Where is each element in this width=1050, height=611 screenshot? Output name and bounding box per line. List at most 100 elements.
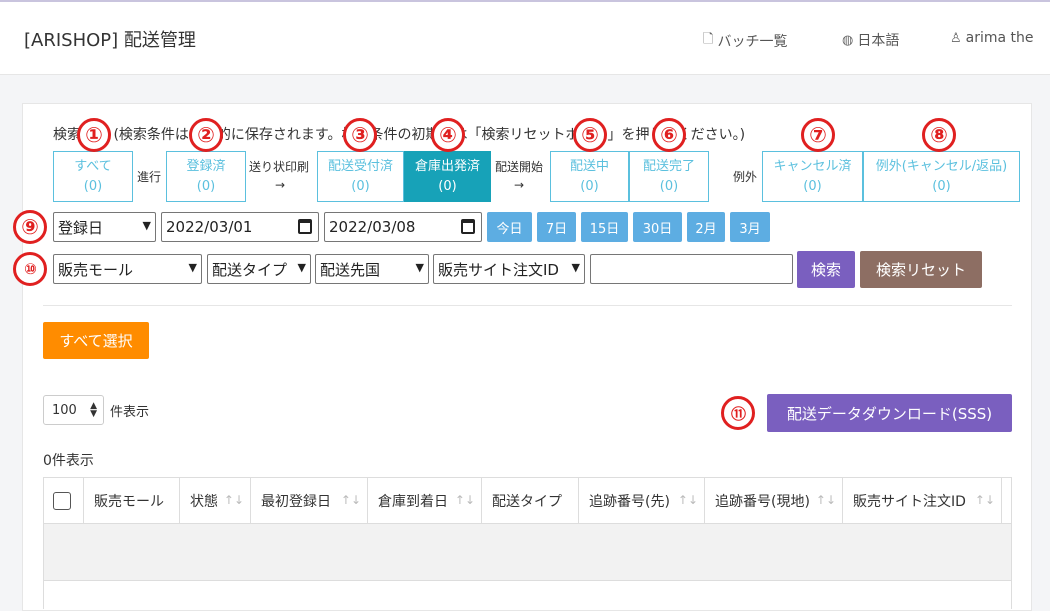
globe-icon: ◍ — [842, 32, 854, 48]
page-size-suffix: 件表示 — [110, 405, 150, 420]
spinner-arrows-icon[interactable]: ▲ ▼ — [90, 402, 97, 419]
nav-language-label: 日本語 — [857, 33, 900, 49]
delivery-type-select[interactable]: 配送タイプ ▼ — [207, 254, 311, 284]
annotation-10: ⑩ — [13, 252, 47, 286]
column-status[interactable]: 状態 ↑↓ — [180, 478, 251, 524]
status-cancelled-count: (0) — [803, 178, 822, 194]
status-warehouse-departed-count: (0) — [438, 178, 457, 194]
status-registered[interactable]: 登録済 (0) — [166, 151, 246, 202]
column-tracking-origin-label: 追跡番号(先) — [589, 494, 670, 510]
sort-icon: ↑↓ — [815, 493, 836, 507]
status-all[interactable]: すべて (0) — [53, 151, 133, 202]
order-id-field-select[interactable]: 販売サイト注文ID ▼ — [433, 254, 585, 284]
annotation-5: ⑤ — [573, 118, 607, 152]
column-warehouse-arrival[interactable]: 倉庫到着日 ↑↓ — [368, 478, 482, 524]
page-size-stepper[interactable]: 100 ▲ ▼ — [43, 395, 104, 425]
quick-mar-button[interactable]: 3月 — [730, 212, 770, 242]
search-input[interactable] — [590, 254, 793, 284]
column-tracking-local-label: 追跡番号(現地) — [715, 494, 810, 510]
user-icon: ♙ — [950, 30, 962, 46]
date-to-input[interactable]: 2022/03/08 — [324, 212, 482, 242]
annotation-3: ③ — [343, 118, 377, 152]
header-checkbox[interactable] — [53, 492, 71, 510]
date-field-value: 登録日 — [58, 218, 104, 237]
annotation-9: ⑨ — [13, 210, 47, 244]
sort-icon: ↑↓ — [340, 493, 361, 507]
column-delivery-type-label: 配送タイプ — [492, 494, 562, 510]
column-first-registered[interactable]: 最初登録日 ↑↓ — [251, 478, 368, 524]
quick-feb-button[interactable]: 2月 — [687, 212, 725, 242]
nav-user[interactable]: ♙ arima the — [950, 30, 1034, 46]
result-count: 0件表示 — [43, 453, 94, 469]
page-size-value: 100 — [52, 402, 77, 418]
status-delivered-count: (0) — [659, 178, 679, 194]
app-title: [ARISHOP] 配送管理 — [24, 30, 196, 51]
status-delivered-label: 配送完了 — [642, 158, 695, 174]
column-status-label: 状態 — [190, 494, 218, 510]
status-accepted[interactable]: 配送受付済 (0) — [317, 151, 404, 202]
annotation-2: ② — [189, 118, 223, 152]
column-warehouse-arrival-label: 倉庫到着日 — [378, 494, 448, 510]
nav-user-label: arima the — [965, 30, 1034, 46]
download-button[interactable]: 配送データダウンロード(SSS) — [767, 394, 1012, 432]
search-reset-button[interactable]: 検索リセット — [860, 251, 982, 288]
status-all-count: (0) — [83, 178, 103, 194]
date-field-select[interactable]: 登録日 ▼ — [53, 212, 156, 242]
quick-15days-button[interactable]: 15日 — [581, 212, 628, 242]
quick-30days-button[interactable]: 30日 — [633, 212, 682, 242]
status-in-delivery[interactable]: 配送中 (0) — [550, 151, 629, 202]
column-order-id[interactable]: 販売サイト注文ID ↑↓ — [843, 478, 1002, 524]
calendar-icon[interactable] — [298, 219, 312, 234]
connector-progress: 進行 — [137, 170, 162, 184]
status-accepted-count: (0) — [351, 178, 370, 194]
date-from-input[interactable]: 2022/03/01 — [161, 212, 319, 242]
mall-select-value: 販売モール — [58, 260, 134, 279]
status-delivered[interactable]: 配送完了 (0) — [629, 151, 709, 202]
column-delivery-type[interactable]: 配送タイプ — [482, 478, 579, 524]
date-from-value: 2022/03/01 — [166, 218, 253, 236]
select-all-button[interactable]: すべて選択 — [43, 322, 149, 359]
status-warehouse-departed[interactable]: 倉庫出発済 (0) — [404, 151, 491, 202]
calendar-icon[interactable] — [461, 219, 475, 234]
column-first-registered-label: 最初登録日 — [261, 494, 331, 510]
chevron-down-icon: ▼ — [297, 261, 306, 274]
sort-icon: ↑↓ — [223, 493, 244, 507]
column-tracking-local[interactable]: 追跡番号(現地) ↑↓ — [705, 478, 843, 524]
chevron-down-icon: ▼ — [142, 219, 151, 232]
connector-invoice-print: 送り状印刷 — [249, 160, 310, 174]
results-table: 販売モール 状態 ↑↓ 最初登録日 ↑↓ 倉庫到着日 ↑↓ 配送タイプ 追跡番号… — [43, 477, 1012, 609]
search-button[interactable]: 検索 — [797, 251, 855, 288]
annotation-11: ⑪ — [721, 396, 755, 430]
quick-7days-button[interactable]: 7日 — [537, 212, 576, 242]
destination-select-value: 配送先国 — [320, 260, 381, 279]
status-cancelled[interactable]: キャンセル済 (0) — [762, 151, 863, 202]
chevron-down-icon: ▼ — [188, 261, 197, 274]
annotation-8: ⑧ — [922, 118, 956, 152]
status-all-label: すべて — [74, 158, 112, 174]
status-exception-label: 例外(キャンセル/返品) — [875, 158, 1008, 174]
mall-select[interactable]: 販売モール ▼ — [53, 254, 202, 284]
column-order-id-label: 販売サイト注文ID — [853, 494, 966, 510]
chevron-down-icon: ▼ — [571, 261, 580, 274]
annotation-1: ① — [77, 118, 111, 152]
sort-icon: ↑↓ — [454, 493, 475, 507]
nav-batch-list[interactable]: 🗋 バッチ一覧 — [703, 30, 787, 52]
status-registered-label: 登録済 — [186, 158, 226, 174]
order-id-field-value: 販売サイト注文ID — [438, 260, 559, 279]
column-mall[interactable]: 販売モール — [84, 478, 180, 524]
chevron-down-icon: ▼ — [415, 261, 424, 274]
delivery-type-select-value: 配送タイプ — [212, 260, 288, 279]
annotation-6: ⑥ — [652, 118, 686, 152]
status-warehouse-departed-label: 倉庫出発済 — [414, 158, 480, 174]
status-accepted-label: 配送受付済 — [327, 158, 393, 174]
connector-arrow-1: → — [275, 178, 286, 192]
nav-language[interactable]: ◍ 日本語 — [842, 30, 899, 50]
connector-arrow-2: → — [514, 178, 525, 192]
status-exception-count: (0) — [932, 178, 951, 194]
annotation-7: ⑦ — [801, 118, 835, 152]
date-to-value: 2022/03/08 — [329, 218, 416, 236]
status-exception[interactable]: 例外(キャンセル/返品) (0) — [863, 151, 1020, 202]
quick-today-button[interactable]: 今日 — [487, 212, 532, 242]
destination-select[interactable]: 配送先国 ▼ — [315, 254, 429, 284]
column-tracking-origin[interactable]: 追跡番号(先) ↑↓ — [579, 478, 705, 524]
